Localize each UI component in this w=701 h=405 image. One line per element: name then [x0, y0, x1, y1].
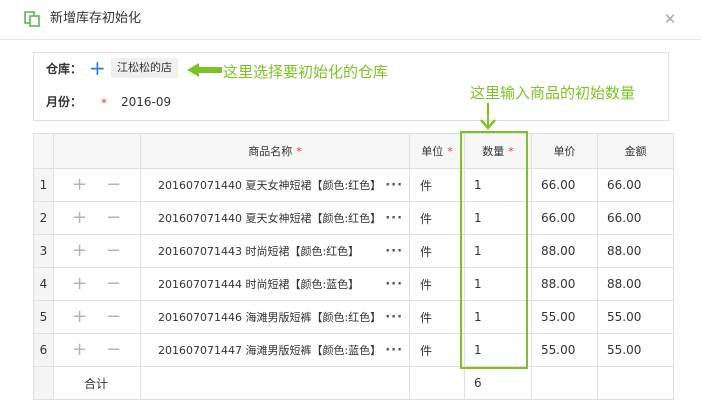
unit-cell: 件	[409, 333, 466, 367]
warehouse-annotation: 这里选择要初始化的仓库	[223, 63, 389, 81]
index-header	[33, 133, 54, 169]
amount-cell: 88.00	[597, 267, 675, 301]
product-name: 201607071440 夏天女神短裙【颜色:红色】	[158, 179, 382, 192]
plus-icon[interactable]: +	[72, 208, 87, 226]
unit-cell: 件	[409, 234, 466, 268]
product-name: 201607071443 时尚短裙【颜色:红色】	[158, 245, 360, 258]
annotation-arrow-down-icon	[480, 103, 496, 130]
more-icon[interactable]: ···	[385, 277, 403, 292]
table-row: 4 + − 201607071444 时尚短裙【颜色:蓝色】 ··· 件 88.00	[33, 267, 675, 301]
add-warehouse-plus-icon[interactable]: +	[89, 58, 106, 78]
table-row: 3 + − 201607071443 时尚短裙【颜色:红色】 ··· 件 88.00	[33, 234, 675, 268]
price-input[interactable]	[541, 277, 597, 291]
minus-icon[interactable]: −	[106, 274, 121, 292]
warehouse-tag[interactable]: 江松松的店	[111, 58, 178, 78]
minus-icon[interactable]: −	[106, 307, 121, 325]
unit-cell: 件	[409, 201, 466, 235]
table-row: 1 + − 201607071440 夏天女神短裙【颜色:红色】··· 件 66.00	[33, 168, 675, 202]
required-mark: *	[101, 96, 107, 110]
plus-icon[interactable]: +	[72, 307, 87, 325]
amount-cell: 55.00	[597, 333, 675, 367]
amount-cell: 66.00	[597, 201, 675, 235]
inventory-table: 商品名称 * 单位 * 数量 * 单价 金额 1 + − 201607071440 夏天女神…	[33, 133, 675, 400]
annotation-arrow-left-icon	[187, 63, 222, 77]
qty-input[interactable]	[474, 343, 531, 357]
price-input[interactable]	[541, 244, 597, 258]
qty-input[interactable]	[474, 211, 531, 225]
row-index: 3	[33, 234, 54, 268]
quantity-annotation: 这里输入商品的初始数量	[470, 84, 636, 102]
plus-icon[interactable]: +	[72, 241, 87, 259]
qty-input[interactable]	[474, 178, 531, 192]
row-index: 2	[33, 201, 54, 235]
product-name: 201607071447 海滩男版短裤【颜色:蓝色】	[158, 344, 382, 357]
product-name: 201607071446 海滩男版短裤【颜色:红色】	[158, 311, 382, 324]
qty-input[interactable]	[474, 244, 531, 258]
more-icon[interactable]: ···	[385, 244, 403, 259]
minus-icon[interactable]: −	[106, 208, 121, 226]
qty-header: 数量 *	[464, 133, 533, 169]
more-icon[interactable]: ···	[385, 178, 403, 193]
table-row: 2 + − 201607071440 夏天女神短裙【颜色:红色】··· 件 66.00	[33, 201, 675, 235]
total-label: 合计	[53, 366, 141, 400]
row-index: 5	[33, 300, 54, 334]
close-icon[interactable]: ✕	[662, 11, 678, 27]
table-row: 5 + − 201607071446 海滩男版短裤【颜色:红色】··· 件 55.00	[33, 300, 675, 334]
total-row: 合计 6	[33, 366, 675, 400]
unit-cell: 件	[409, 300, 466, 334]
month-label: 月份：	[46, 95, 83, 109]
more-icon[interactable]: ···	[385, 310, 403, 325]
dialog-header: 新增库存初始化 ✕	[0, 0, 701, 40]
qty-input[interactable]	[474, 310, 531, 324]
warehouse-label: 仓库：	[46, 62, 83, 76]
minus-icon[interactable]: −	[106, 340, 121, 358]
minus-icon[interactable]: −	[106, 241, 121, 259]
product-name: 201607071444 时尚短裙【颜色:蓝色】	[158, 278, 360, 291]
total-qty: 6	[464, 366, 533, 400]
unit-header: 单位 *	[409, 133, 466, 169]
more-icon[interactable]: ···	[385, 343, 403, 358]
table-header-row: 商品名称 * 单位 * 数量 * 单价 金额	[33, 133, 675, 169]
qty-input[interactable]	[474, 277, 531, 291]
more-icon[interactable]: ···	[385, 211, 403, 226]
product-name: 201607071440 夏天女神短裙【颜色:红色】	[158, 212, 382, 225]
minus-icon[interactable]: −	[106, 175, 121, 193]
copy-icon	[24, 11, 40, 27]
table-row: 6 + − 201607071447 海滩男版短裤【颜色:蓝色】··· 件 55.00	[33, 333, 675, 367]
plus-icon[interactable]: +	[72, 340, 87, 358]
dialog-title: 新增库存初始化	[50, 11, 142, 26]
row-index: 4	[33, 267, 54, 301]
price-input[interactable]	[541, 343, 597, 357]
price-input[interactable]	[541, 310, 597, 324]
row-index: 1	[33, 168, 54, 202]
price-header: 单价	[531, 133, 599, 169]
price-input[interactable]	[541, 178, 597, 192]
unit-cell: 件	[409, 267, 466, 301]
row-index: 6	[33, 333, 54, 367]
name-header: 商品名称 *	[139, 133, 411, 169]
amount-cell: 66.00	[597, 168, 675, 202]
ops-header	[53, 133, 141, 169]
plus-icon[interactable]: +	[72, 274, 87, 292]
amount-header: 金额	[597, 133, 675, 169]
amount-cell: 55.00	[597, 300, 675, 334]
month-value[interactable]: 2016-09	[121, 94, 171, 110]
unit-cell: 件	[409, 168, 466, 202]
price-input[interactable]	[541, 211, 597, 225]
plus-icon[interactable]: +	[72, 175, 87, 193]
amount-cell: 88.00	[597, 234, 675, 268]
